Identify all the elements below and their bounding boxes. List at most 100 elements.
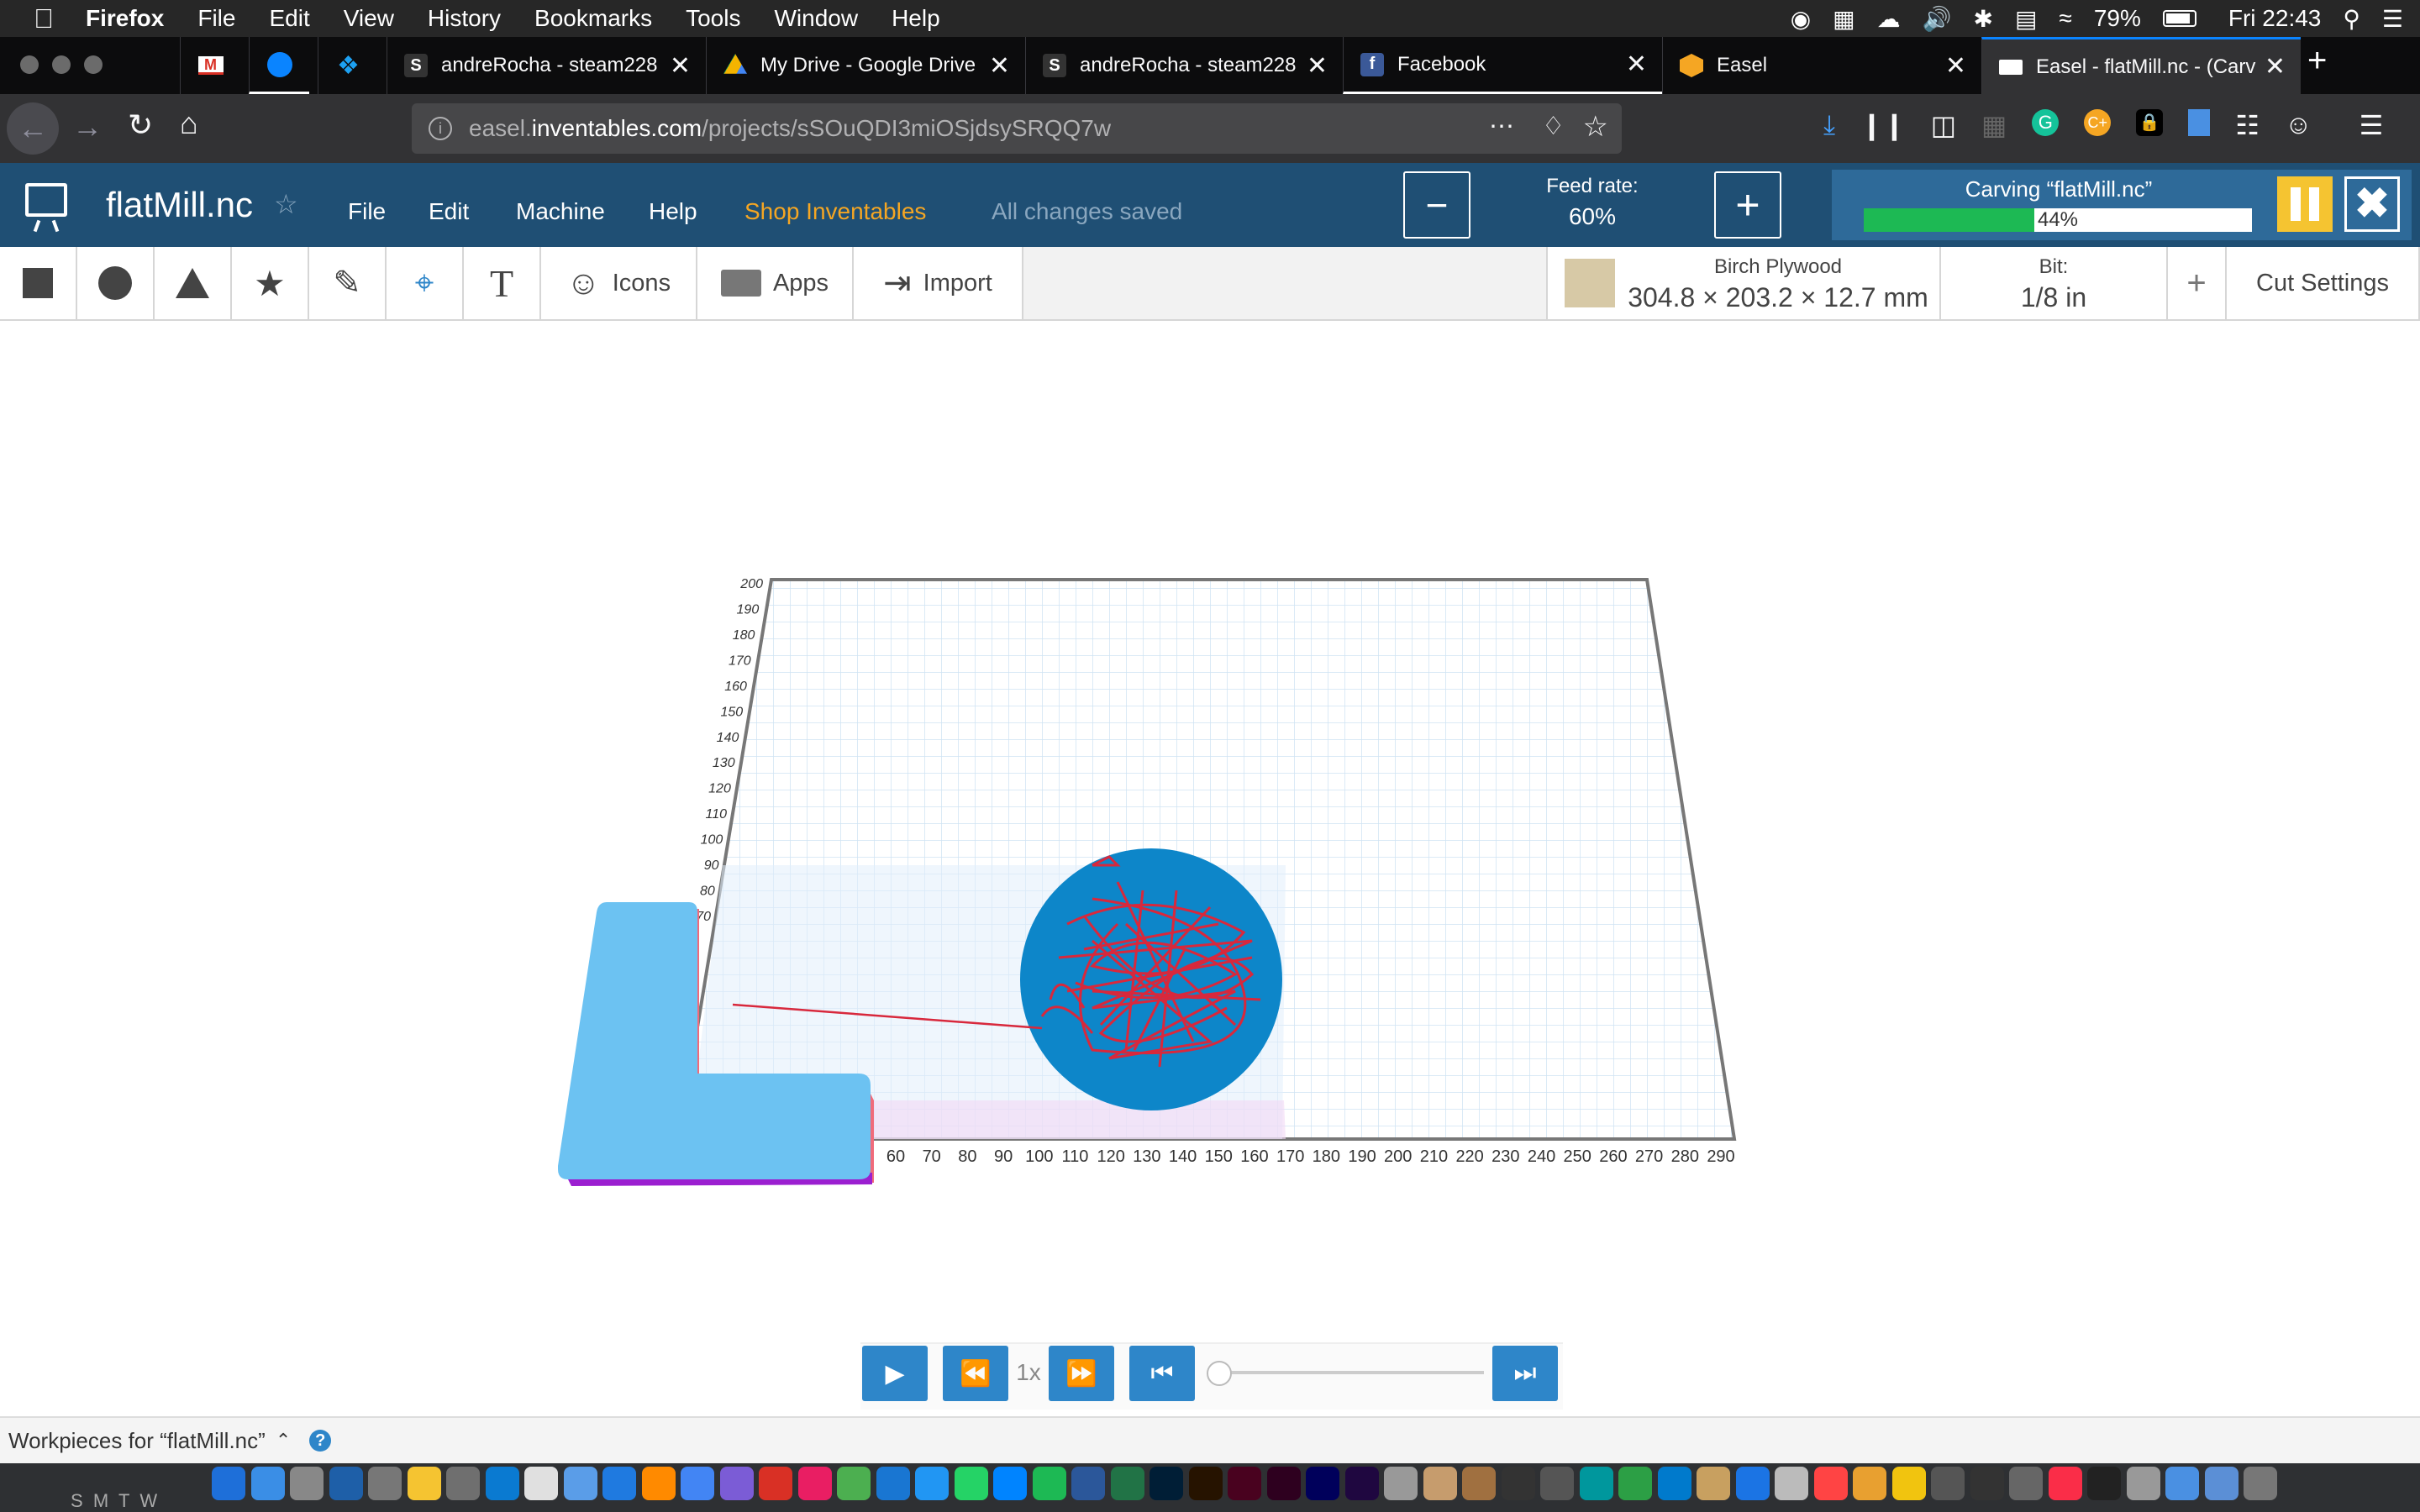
square-shape-button[interactable] <box>0 247 77 319</box>
dock-app-icon[interactable] <box>1423 1467 1457 1500</box>
dock-app-icon[interactable] <box>485 1467 519 1500</box>
menu-edit[interactable]: Edit <box>269 5 309 32</box>
menu-view[interactable]: View <box>344 5 394 32</box>
favorite-star-icon[interactable]: ☆ <box>274 188 298 220</box>
colorzilla-icon[interactable]: C+ <box>2084 109 2112 136</box>
extension-grid-icon[interactable]: ▦ <box>1981 109 2007 141</box>
scrub-slider-knob[interactable] <box>1207 1361 1232 1386</box>
bookmark-star-icon[interactable]: ☆ <box>1583 110 1608 144</box>
pinned-tab-messenger[interactable] <box>249 37 309 94</box>
close-tab-icon[interactable]: ✕ <box>1626 50 1647 79</box>
volume-icon[interactable]: 🔊 <box>1923 5 1952 33</box>
project-title[interactable]: flatMill.nc <box>106 185 253 225</box>
lock-extension-icon[interactable]: 🔒 <box>2136 109 2164 136</box>
info-icon[interactable]: i <box>429 117 452 140</box>
dock-app-icon[interactable] <box>876 1467 910 1500</box>
sidebar-icon[interactable]: ◫ <box>1931 109 1956 141</box>
circle-shape-button[interactable] <box>77 247 155 319</box>
menu-machine[interactable]: Machine <box>516 198 605 225</box>
menu-help[interactable]: Help <box>892 5 940 32</box>
close-tab-icon[interactable]: ✕ <box>2265 52 2286 81</box>
tab-steam-2[interactable]: S andreRocha - steam228 ✕ <box>1025 37 1343 94</box>
chevron-up-icon[interactable]: ⌃ <box>276 1430 291 1452</box>
dock-app-icon[interactable] <box>563 1467 597 1500</box>
pause-button[interactable] <box>2277 176 2333 232</box>
triangle-shape-button[interactable] <box>155 247 232 319</box>
dock-app-icon[interactable] <box>1501 1467 1535 1500</box>
dock-app-icon[interactable] <box>993 1467 1027 1500</box>
apps-button[interactable]: Apps <box>697 247 854 319</box>
icons-button[interactable]: ☺ Icons <box>541 247 697 319</box>
back-button[interactable]: ← <box>7 102 59 155</box>
dock-app-icon[interactable] <box>1618 1467 1652 1500</box>
downloads-icon[interactable]: ⤓ <box>1823 109 1835 141</box>
rewind-button[interactable]: ⏪ <box>943 1346 1008 1401</box>
url-bar[interactable]: i easel. inventables.com/projects/sSOuQDI… <box>412 103 1622 154</box>
reload-button[interactable]: ↻ <box>128 108 153 143</box>
dock-app-icon[interactable] <box>1657 1467 1691 1500</box>
menu-file[interactable]: File <box>197 5 235 32</box>
dock-app-icon[interactable] <box>2165 1467 2199 1500</box>
battery-icon[interactable] <box>2162 10 2196 27</box>
easel-logo-icon[interactable] <box>25 183 67 233</box>
dock-app-icon[interactable] <box>2126 1467 2160 1500</box>
close-window-button[interactable] <box>20 55 39 74</box>
dock-app-icon[interactable] <box>1931 1467 1965 1500</box>
dock-app-icon[interactable] <box>329 1467 363 1500</box>
play-button[interactable]: ▶ <box>862 1346 928 1401</box>
bluetooth-icon[interactable]: ✱ <box>1974 5 1993 33</box>
dock-app-icon[interactable] <box>797 1467 832 1500</box>
clock[interactable]: Fri 22:43 <box>2228 5 2322 32</box>
skip-to-start-button[interactable]: ⏮ <box>1129 1346 1195 1401</box>
spotlight-icon[interactable]: ⚲ <box>2343 5 2360 33</box>
memory-icon[interactable]: ▤ <box>2015 5 2037 33</box>
skip-to-end-button[interactable]: ⏭ <box>1492 1346 1558 1401</box>
star-shape-button[interactable]: ★ <box>232 247 309 319</box>
forward-button[interactable]: → <box>72 109 103 144</box>
dock-app-icon[interactable] <box>212 1467 245 1500</box>
creative-cloud-icon[interactable]: ◉ <box>1791 5 1811 33</box>
dock-app-icon[interactable] <box>641 1467 676 1500</box>
dock-app-icon[interactable] <box>1384 1467 1418 1500</box>
pinned-tab-gmail[interactable]: M <box>180 37 240 94</box>
dock-app-icon[interactable] <box>407 1467 441 1500</box>
dock-app-icon[interactable] <box>2009 1467 2043 1500</box>
new-tab-button[interactable]: + <box>2307 42 2327 80</box>
library-icon[interactable]: ❙❙ <box>1860 109 1906 141</box>
text-tool-button[interactable]: T <box>464 247 541 319</box>
dock-app-icon[interactable] <box>1813 1467 1848 1500</box>
fast-forward-button[interactable]: ⏩ <box>1049 1346 1114 1401</box>
minimize-window-button[interactable] <box>52 55 71 74</box>
dock-app-icon[interactable] <box>2204 1467 2238 1500</box>
pen-tool-button[interactable]: ✎ <box>309 247 387 319</box>
dock-app-icon[interactable] <box>1540 1467 1574 1500</box>
add-bit-button[interactable]: + <box>2168 247 2227 319</box>
home-button[interactable]: ⌂ <box>180 106 198 141</box>
barcode-icon[interactable]: ☷ <box>2235 109 2260 141</box>
increase-feed-rate-button[interactable]: + <box>1714 171 1781 239</box>
pocket-icon[interactable]: ♢ <box>1542 112 1565 141</box>
material-selector[interactable]: Birch Plywood 304.8 × 203.2 × 12.7 mm <box>1546 247 1941 319</box>
dock-app-icon[interactable] <box>2048 1467 2082 1500</box>
zoom-window-button[interactable] <box>84 55 103 74</box>
dock-app-icon[interactable] <box>1188 1467 1223 1500</box>
close-tab-icon[interactable]: ✕ <box>989 51 1010 81</box>
dock-app-icon[interactable] <box>1228 1467 1261 1500</box>
tab-facebook[interactable]: f Facebook ✕ <box>1343 37 1662 94</box>
dock-app-icon[interactable] <box>1891 1467 1926 1500</box>
dock-app-icon[interactable] <box>1462 1467 1496 1500</box>
notification-center-icon[interactable]: ☰ <box>2382 5 2403 33</box>
import-button[interactable]: ⇥ Import <box>854 247 1023 319</box>
help-icon[interactable]: ? <box>309 1430 332 1452</box>
menu-bookmarks[interactable]: Bookmarks <box>534 5 652 32</box>
page-actions-icon[interactable]: ⋯ <box>1489 112 1514 141</box>
crosshair-tool-button[interactable]: ⌖ <box>387 247 464 319</box>
dock-app-icon[interactable] <box>719 1467 754 1500</box>
shop-inventables-link[interactable]: Shop Inventables <box>744 198 926 225</box>
dock-app-icon[interactable] <box>1697 1467 1730 1500</box>
dock-app-icon[interactable] <box>290 1467 324 1500</box>
workpieces-bar[interactable]: Workpieces for “flatMill.nc” ⌃ ? <box>0 1416 2420 1463</box>
account-icon[interactable]: ☺ <box>2285 109 2312 141</box>
dock-app-icon[interactable] <box>1266 1467 1301 1500</box>
cut-settings-button[interactable]: Cut Settings <box>2227 247 2420 319</box>
